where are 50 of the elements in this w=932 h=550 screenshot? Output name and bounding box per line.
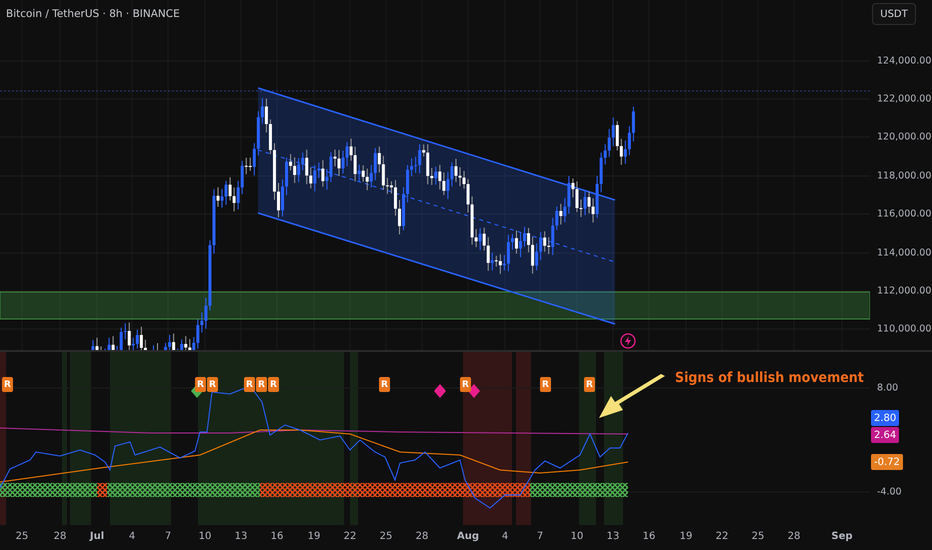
- price-label: 110,000.00: [877, 324, 932, 334]
- price-label: 120,000.00: [877, 132, 932, 142]
- date-label: 25: [380, 531, 392, 542]
- date-label: 7: [536, 531, 544, 542]
- signal-marker: R: [540, 377, 551, 392]
- date-label: 13: [234, 531, 248, 542]
- value-badge: 2.80: [871, 410, 900, 426]
- indicator-label: 8.00: [877, 382, 898, 394]
- date-label: 28: [416, 531, 428, 542]
- date-label: 25: [16, 531, 28, 542]
- signal-marker: R: [268, 377, 279, 392]
- date-label: 22: [344, 531, 356, 542]
- date-label: Jul: [90, 531, 104, 542]
- value-badge: 2.64: [871, 427, 900, 443]
- signal-marker: R: [256, 377, 267, 392]
- price-label: 112,000.00: [877, 286, 932, 296]
- date-label: 16: [642, 531, 656, 542]
- date-label: 10: [198, 531, 212, 542]
- date-label: 19: [680, 531, 692, 542]
- date-label: 7: [164, 531, 172, 542]
- date-label: 4: [128, 531, 136, 542]
- date-label: 25: [752, 531, 764, 542]
- date-label: 28: [788, 531, 800, 542]
- price-label: 124,000.00: [877, 56, 932, 66]
- signal-marker: R: [584, 377, 595, 392]
- signal-marker: R: [379, 377, 390, 392]
- annotation-text: Signs of bullish movement: [675, 370, 864, 386]
- signal-marker: R: [460, 377, 471, 392]
- chart-title: Bitcoin / TetherUS · 8h · BINANCE: [6, 8, 180, 20]
- currency-button[interactable]: USDT: [872, 3, 916, 25]
- price-label: 114,000.00: [877, 248, 932, 258]
- signal-marker: R: [195, 377, 206, 392]
- value-badge: -0.72: [871, 454, 903, 470]
- lightning-icon: [620, 333, 636, 349]
- signal-marker: R: [244, 377, 255, 392]
- date-label: 4: [502, 531, 508, 542]
- date-label: 16: [270, 531, 284, 542]
- date-label: Sep: [831, 531, 853, 542]
- date-label: 10: [570, 531, 584, 542]
- date-label: 22: [716, 531, 728, 542]
- indicator-label: -4.00: [877, 486, 902, 498]
- date-label: 19: [308, 531, 320, 542]
- signal-marker: R: [207, 377, 218, 392]
- date-label: 13: [606, 531, 620, 542]
- price-label: 116,000.00: [877, 208, 932, 220]
- price-label: 118,000.00: [877, 170, 932, 182]
- price-label: 122,000.00: [877, 94, 932, 104]
- date-label: 28: [54, 531, 66, 542]
- signal-marker: R: [2, 377, 13, 392]
- date-label: Aug: [456, 531, 480, 542]
